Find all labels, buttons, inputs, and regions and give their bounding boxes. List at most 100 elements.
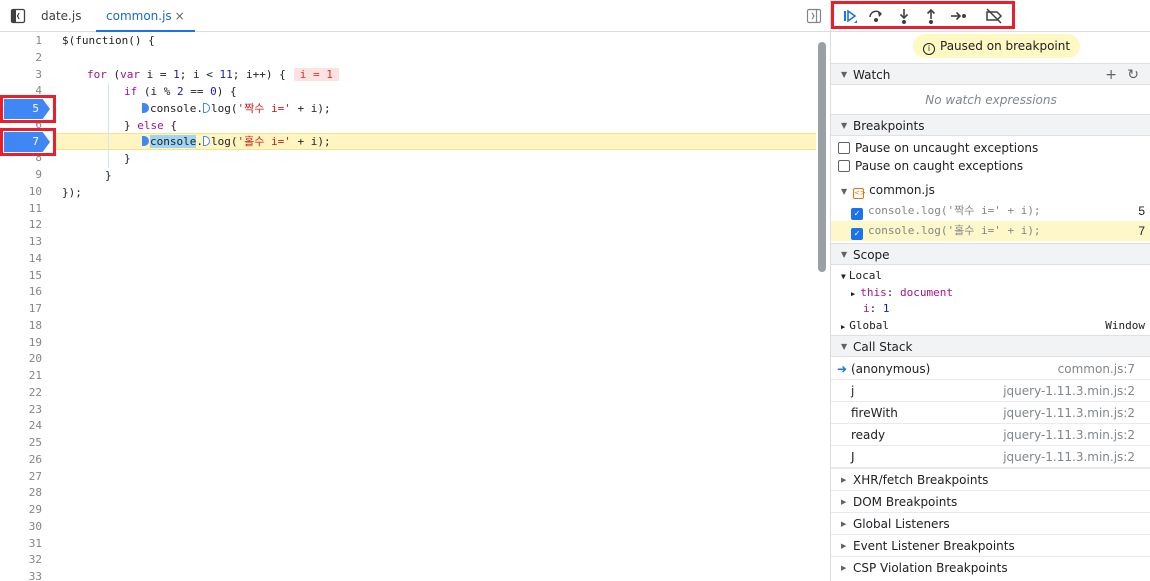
section-title: Event Listener Breakpoints: [853, 539, 1015, 553]
scope-section-header[interactable]: ▼ Scope: [831, 243, 1150, 265]
file-icon: <>: [853, 188, 866, 199]
line-number[interactable]: 10: [0, 183, 42, 200]
line-number[interactable]: 9: [0, 166, 42, 183]
scope-label: Global: [849, 319, 889, 332]
line-number[interactable]: 27: [0, 468, 42, 485]
pause-caught-option[interactable]: Pause on caught exceptions: [831, 157, 1150, 175]
option-label: Pause on caught exceptions: [855, 159, 1024, 173]
tab-date-js[interactable]: date.js: [41, 0, 81, 32]
checkbox[interactable]: [838, 160, 850, 172]
scope-global[interactable]: ▶ Global Window: [831, 317, 1150, 335]
xhr-breakpoints-section[interactable]: ▶ XHR/fetch Breakpoints: [831, 468, 1150, 490]
line-number[interactable]: 13: [0, 233, 42, 250]
line-number[interactable]: 14: [0, 250, 42, 267]
line-number[interactable]: 20: [0, 350, 42, 367]
line-number[interactable]: 16: [0, 283, 42, 300]
line-number[interactable]: 28: [0, 484, 42, 501]
line-number[interactable]: 22: [0, 384, 42, 401]
call-frame[interactable]: fireWith jquery-1.11.3.min.js:2: [831, 402, 1150, 424]
scope-label: Local: [848, 269, 882, 282]
checkbox-checked[interactable]: ✓: [851, 228, 863, 240]
expand-triangle-icon: ▼: [841, 272, 846, 281]
call-frame[interactable]: ➜ (anonymous) common.js:7: [831, 358, 1150, 380]
breakpoints-section-header[interactable]: ▼ Breakpoints: [831, 114, 1150, 136]
expand-triangle-icon: ▼: [841, 70, 848, 79]
frame-location: common.js:7: [1057, 362, 1135, 376]
collapse-triangle-icon: ▶: [841, 542, 847, 550]
call-frame[interactable]: ready jquery-1.11.3.min.js:2: [831, 424, 1150, 446]
line-number[interactable]: 32: [0, 551, 42, 568]
line-number[interactable]: 29: [0, 501, 42, 518]
close-tab-icon[interactable]: ×: [175, 9, 185, 23]
line-number[interactable]: 30: [0, 518, 42, 535]
checkbox[interactable]: [838, 142, 850, 154]
frame-location: jquery-1.11.3.min.js:2: [1003, 384, 1135, 398]
scope-i[interactable]: i: 1: [831, 300, 1150, 318]
tab-common-js[interactable]: common.js ×: [96, 0, 195, 32]
pause-uncaught-option[interactable]: Pause on uncaught exceptions: [831, 139, 1150, 157]
expand-triangle-icon: ▼: [841, 250, 848, 259]
line-number[interactable]: 11: [0, 200, 42, 217]
code-editor: date.js common.js × 1 2 3 4 6 8 9 10 11 12 13 14 15 16…: [0, 0, 830, 581]
line-number[interactable]: 31: [0, 535, 42, 552]
code-line-8: }: [124, 152, 131, 165]
inline-breakpoint-icon: [142, 103, 149, 113]
frame-location: jquery-1.11.3.min.js:2: [1003, 428, 1135, 442]
refresh-icon[interactable]: ↻: [1127, 64, 1139, 86]
line-number[interactable]: 15: [0, 267, 42, 284]
line-number[interactable]: 33: [0, 568, 42, 581]
breakpoint-item-active[interactable]: ✓ console.log('홀수 i=' + i); 7: [831, 221, 1150, 241]
code-line-5: console. log('짝수 i=' + i);: [142, 100, 331, 117]
editor-tabbar: date.js common.js ×: [0, 0, 830, 32]
dom-breakpoints-section[interactable]: ▶ DOM Breakpoints: [831, 490, 1150, 512]
frame-function: ready: [851, 428, 886, 442]
watch-section-header[interactable]: ▼ Watch + ↻: [831, 63, 1150, 85]
toggle-navigator-icon[interactable]: [10, 8, 26, 24]
editor-scrollbar[interactable]: [818, 42, 826, 272]
var-value: 1: [882, 302, 890, 315]
code-line-4: if (i % 2 == 0) {: [124, 85, 237, 98]
breakpoint-item[interactable]: ✓ console.log('짝수 i=' + i); 5: [831, 201, 1150, 221]
breakpoint-file-group[interactable]: ▼ <> common.js: [831, 181, 1150, 199]
line-number[interactable]: 19: [0, 334, 42, 351]
frame-location: jquery-1.11.3.min.js:2: [1003, 406, 1135, 420]
line-number[interactable]: 12: [0, 216, 42, 233]
scope-local[interactable]: ▼ Local: [831, 267, 1150, 285]
line-number[interactable]: 17: [0, 300, 42, 317]
section-title: Watch: [853, 68, 891, 82]
line-number[interactable]: 1: [0, 32, 42, 49]
collapse-triangle-icon: ▶: [841, 498, 847, 506]
expand-triangle-icon: ▼: [841, 342, 848, 351]
line-number[interactable]: 2: [0, 49, 42, 66]
checkbox-checked[interactable]: ✓: [851, 208, 863, 220]
frame-function: (anonymous): [851, 362, 931, 376]
paused-status-banner: i Paused on breakpoint: [913, 34, 1081, 58]
call-frame[interactable]: j jquery-1.11.3.min.js:2: [831, 380, 1150, 402]
toggle-debugger-icon[interactable]: [806, 8, 822, 24]
line-number[interactable]: 21: [0, 367, 42, 384]
csp-violation-breakpoints-section[interactable]: ▶ CSP Violation Breakpoints: [831, 556, 1150, 578]
line-number[interactable]: 3: [0, 66, 42, 83]
section-title: Global Listeners: [853, 517, 950, 531]
line-number[interactable]: 18: [0, 317, 42, 334]
global-listeners-section[interactable]: ▶ Global Listeners: [831, 512, 1150, 534]
tab-label: date.js: [41, 9, 82, 23]
var-name: this: [860, 286, 887, 299]
var-name: i: [863, 302, 870, 315]
code-line-1: $(function() {: [62, 34, 155, 47]
code-content[interactable]: $(function() { for (var i = 1; i < 11; i…: [56, 32, 816, 581]
callstack-section-header[interactable]: ▼ Call Stack: [831, 335, 1150, 357]
call-frame[interactable]: Jjquery-1.11.3.min.js:2: [831, 446, 1150, 468]
event-listener-breakpoints-section[interactable]: ▶ Event Listener Breakpoints: [831, 534, 1150, 556]
line-number[interactable]: 26: [0, 451, 42, 468]
tab-label: common.js: [106, 9, 172, 23]
info-icon: i: [923, 43, 935, 55]
line-number[interactable]: 24: [0, 417, 42, 434]
add-watch-icon[interactable]: +: [1105, 64, 1117, 86]
annotation-box-line-7: [0, 128, 56, 156]
inline-breakpoint-icon: [142, 136, 149, 146]
section-title: Breakpoints: [853, 119, 925, 133]
line-number[interactable]: 25: [0, 434, 42, 451]
line-number[interactable]: 23: [0, 401, 42, 418]
collapse-triangle-icon: ▶: [841, 476, 847, 484]
